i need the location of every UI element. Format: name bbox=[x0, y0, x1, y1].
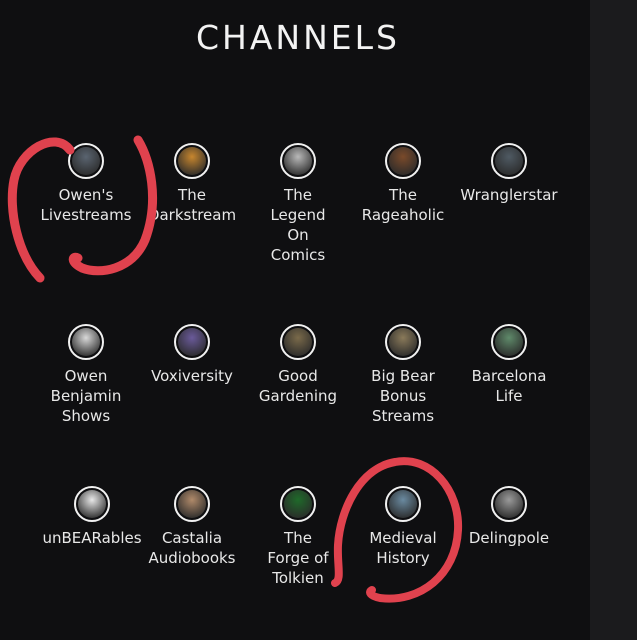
sketch-portrait-avatar-icon bbox=[280, 143, 316, 179]
channel-label: unBEARables bbox=[42, 529, 142, 547]
channel-label: The Darkstream bbox=[147, 186, 237, 224]
channel-the-forge-of-tolkien[interactable]: The Forge of Tolkien bbox=[246, 486, 350, 588]
channel-unbearables[interactable]: unBEARables bbox=[40, 486, 144, 548]
channel-label: Good Gardening bbox=[258, 367, 338, 405]
castle-avatar-icon bbox=[385, 486, 421, 522]
bear-avatar-icon bbox=[385, 324, 421, 360]
man-portrait-avatar-icon bbox=[491, 143, 527, 179]
angry-figure-avatar-icon bbox=[385, 143, 421, 179]
channel-big-bear-bonus-streams[interactable]: Big Bear Bonus Streams bbox=[351, 324, 455, 426]
channel-barcelona-life[interactable]: Barcelona Life bbox=[457, 324, 561, 406]
portrait-avatar-icon bbox=[491, 486, 527, 522]
channel-voxiversity[interactable]: Voxiversity bbox=[140, 324, 244, 386]
channel-owens-livestreams[interactable]: Owen's Livestreams bbox=[34, 143, 138, 225]
channel-owen-benjamin-shows[interactable]: Owen Benjamin Shows bbox=[34, 324, 138, 426]
channel-label: The Legend On Comics bbox=[270, 186, 326, 264]
purple-book-avatar-icon bbox=[174, 324, 210, 360]
couple-avatar-icon bbox=[491, 324, 527, 360]
channel-label: Owen Benjamin Shows bbox=[50, 367, 122, 425]
channel-label: Medieval History bbox=[369, 529, 437, 567]
page-title: CHANNELS bbox=[196, 18, 400, 57]
channel-the-legend-on-comics[interactable]: The Legend On Comics bbox=[246, 143, 350, 265]
channel-delingpole[interactable]: Delingpole bbox=[457, 486, 561, 548]
channel-label: Big Bear Bonus Streams bbox=[371, 367, 435, 425]
channel-the-darkstream[interactable]: The Darkstream bbox=[140, 143, 244, 225]
channel-castalia-audiobooks[interactable]: Castalia Audiobooks bbox=[140, 486, 244, 568]
channel-label: The Rageaholic bbox=[361, 186, 445, 224]
channel-label: Delingpole bbox=[468, 529, 550, 547]
bearded-man-avatar-icon bbox=[68, 143, 104, 179]
channel-the-rageaholic[interactable]: The Rageaholic bbox=[351, 143, 455, 225]
reader-avatar-icon bbox=[174, 486, 210, 522]
channel-label: The Forge of Tolkien bbox=[267, 529, 329, 587]
golden-mask-avatar-icon bbox=[174, 143, 210, 179]
channel-label: Barcelona Life bbox=[471, 367, 547, 405]
gardener-avatar-icon bbox=[280, 324, 316, 360]
channel-wranglerstar[interactable]: Wranglerstar bbox=[457, 143, 561, 205]
bear-crest-avatar-icon bbox=[74, 486, 110, 522]
channel-label: Wranglerstar bbox=[460, 186, 558, 204]
channel-label: Owen's Livestreams bbox=[40, 186, 132, 224]
white-tree-avatar-icon bbox=[280, 486, 316, 522]
film-camera-avatar-icon bbox=[68, 324, 104, 360]
channel-good-gardening[interactable]: Good Gardening bbox=[246, 324, 350, 406]
channel-label: Castalia Audiobooks bbox=[148, 529, 236, 567]
channel-label: Voxiversity bbox=[151, 367, 233, 385]
channel-medieval-history[interactable]: Medieval History bbox=[351, 486, 455, 568]
